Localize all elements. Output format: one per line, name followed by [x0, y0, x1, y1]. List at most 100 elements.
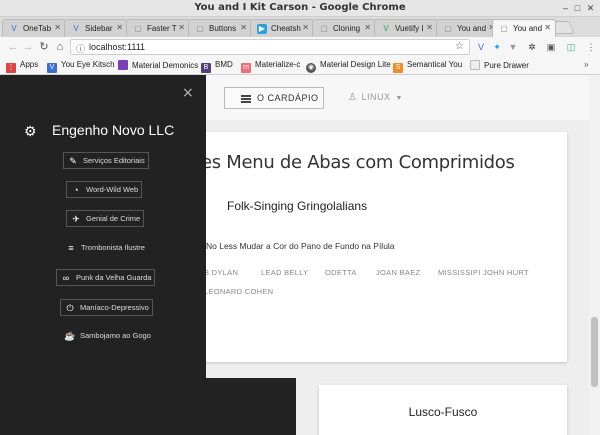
tab-buttons[interactable]: ▢ Buttons ✕ [188, 19, 252, 37]
home-icon[interactable]: ⌂ [53, 40, 67, 54]
bookmark-semantical-you[interactable]: S Semantical You [393, 60, 462, 73]
page-favicon-icon: ▢ [320, 24, 328, 33]
tabs-pills-card: es Menu de Abas com Comprimidos Folk-Sin… [160, 132, 567, 362]
page-favicon-icon: ▢ [196, 24, 204, 33]
pill-tab[interactable]: LEONARD COHEN [204, 287, 273, 296]
pill-tab[interactable]: B DYLAN [204, 268, 238, 277]
more-bookmarks-icon[interactable]: » [584, 60, 588, 69]
page-favicon-icon: ▢ [134, 24, 142, 33]
pencil-icon: ✎ [69, 156, 77, 166]
card-description: No Less Mudar a Cor do Pano de Fundo na … [206, 241, 395, 251]
tab-close-icon[interactable]: ✕ [364, 23, 371, 32]
pill-tab[interactable]: LEAD BELLY [261, 268, 308, 277]
drawer-item-servicos-editoriais[interactable]: ✎ Serviços Editoriais [63, 152, 149, 169]
power-icon: ⏻ [66, 303, 74, 313]
caret-down-icon: ▼ [395, 95, 403, 102]
tab-vuetify[interactable]: V Vuetify I ✕ [374, 19, 438, 37]
infinity-icon: ∞ [62, 273, 70, 283]
minimize-icon[interactable]: – [560, 3, 571, 14]
drawer-item-maniaco-depressivo[interactable]: ⏻ Maníaco-Depressivo [60, 299, 153, 316]
bookmark-bmd[interactable]: B BMD [201, 60, 233, 73]
scrollbar-thumb[interactable] [591, 317, 598, 387]
drawer-item-punk-da-velha-guarda[interactable]: ∞ Punk da Velha Guarda [56, 269, 156, 286]
tab-onetab[interactable]: V OneTab ✕ [2, 19, 66, 37]
tab-cloning[interactable]: ▢ Cloning ✕ [312, 19, 376, 37]
bookmark-materialize[interactable]: m Materialize-c [241, 60, 300, 73]
brand-name: Engenho Novo LLC [52, 122, 175, 138]
vuetify-favicon-icon: V [383, 24, 389, 33]
tab-label: You and [457, 24, 487, 33]
tab-close-icon[interactable]: ✕ [116, 23, 123, 32]
bookmark-label: Materialize-c [255, 60, 301, 69]
airplane-icon: ✈ [72, 214, 80, 224]
bookmark-mdl[interactable]: ◉ Material Design Lite [306, 60, 391, 73]
drawer-item-word-wild-web[interactable]: ◔ Word-Wild Web [66, 181, 143, 198]
bookmark-label: Pure Drawer [484, 61, 529, 70]
menu-button[interactable]: O CARDÁPIO [224, 87, 324, 109]
shield-extension-icon[interactable]: ◫ [565, 41, 577, 53]
menu-kebab-icon[interactable]: ⋮ [585, 41, 597, 53]
tab-close-icon[interactable]: ✕ [426, 23, 433, 32]
lusco-fusco-card: Lusco-Fusco [319, 385, 567, 435]
card-subtitle: Folk-Singing Gringolalians [227, 199, 368, 213]
drawer-item-genial-de-crime[interactable]: ✈ Genial de Crime [66, 210, 145, 227]
bookmark-label: BMD [215, 60, 233, 69]
bookmark-pure-drawer[interactable]: Pure Drawer [470, 60, 529, 70]
pill-tab[interactable]: JOAN BAEZ [376, 268, 420, 277]
gears-icon: ⚙ [24, 123, 37, 139]
vuetify-favicon-icon: V [11, 24, 17, 33]
twitter-extension-icon[interactable]: ✦ [491, 41, 503, 53]
tab-close-icon[interactable]: ✕ [544, 23, 551, 32]
tab-you-and-1[interactable]: ▢ You and ✕ [436, 19, 500, 37]
tab-close-icon[interactable]: ✕ [54, 23, 61, 32]
satellite-dish-icon: ◔ [73, 185, 79, 195]
gear-extension-icon[interactable]: ✲ [526, 41, 538, 53]
bookmark-material-demonics[interactable]: Material Demonics [118, 60, 198, 70]
drawer-item-label: Trombonista Ilustre [81, 243, 145, 252]
menu-button-label: O CARDÁPIO [257, 93, 319, 103]
pill-tab[interactable]: MISSISSIPI JOHN HURT [438, 268, 529, 277]
reload-icon[interactable]: ↻ [37, 40, 51, 54]
pill-tab[interactable]: ODETTA [325, 268, 357, 277]
window-title: You and I Kit Carson - Google Chrome [194, 2, 406, 13]
os-dropdown[interactable]: ♙ LINUX ▼ [348, 92, 403, 103]
play-favicon-icon: ▶ [257, 24, 267, 34]
drawer-item-sambojamo-ao-gogo[interactable]: ☕ Sambojamo ao Gogo [61, 328, 154, 345]
apps-grid-icon: ⋮ [6, 63, 16, 73]
materialize-bookmark-icon: m [241, 63, 251, 73]
vuetify-gray-extension-icon[interactable]: ▼ [507, 41, 519, 53]
bookmark-you-eye-kitsch[interactable]: V You Eye Kitsch [47, 60, 115, 73]
back-icon[interactable]: ← [6, 40, 20, 54]
tab-cheatsheet[interactable]: ▶ Cheatsh ✕ [250, 19, 314, 37]
tab-you-and-active[interactable]: ▢ You and ✕ [492, 19, 556, 37]
close-window-icon[interactable]: ✕ [585, 3, 596, 14]
card-title: es Menu de Abas com Comprimidos [201, 152, 515, 173]
bookmarks-bar: ⋮ Apps V You Eye Kitsch Material Demonics … [0, 57, 600, 75]
tab-sidebar[interactable]: V Sidebar ✕ [64, 19, 128, 37]
side-drawer: × ⚙ Engenho Novo LLC ✎ Serviços Editoriais… [0, 75, 206, 435]
page-info-icon[interactable]: ⓘ [76, 42, 85, 55]
bookmark-label: Apps [20, 60, 39, 69]
extension-puzzle-icon[interactable]: ▣ [545, 41, 557, 53]
drawer-item-trombonista-ilustre[interactable]: ≡ Trombonista Ilustre [62, 240, 148, 257]
linux-penguin-icon: ♙ [348, 92, 358, 103]
bookmark-apps[interactable]: ⋮ Apps [6, 60, 38, 73]
tab-close-icon[interactable]: ✕ [178, 23, 185, 32]
bookmark-star-icon[interactable]: ☆ [455, 41, 464, 52]
drawer-item-label: Maníaco-Depressivo [80, 303, 149, 312]
tab-faster[interactable]: ▢ Faster T ✕ [126, 19, 190, 37]
page-scrollbar[interactable] [589, 75, 600, 435]
maximize-icon[interactable]: □ [572, 3, 583, 14]
tab-strip: V OneTab ✕ V Sidebar ✕ ▢ Faster T ✕ ▢ Bu… [0, 17, 600, 37]
os-dropdown-label: LINUX [361, 92, 391, 102]
vuetify-extension-icon[interactable]: V [475, 41, 487, 53]
close-drawer-icon[interactable]: × [182, 85, 194, 101]
tab-close-icon[interactable]: ✕ [302, 23, 309, 32]
page-favicon-icon: ▢ [500, 24, 508, 33]
hamburger-icon [241, 95, 251, 103]
browser-toolbar: ← → ↻ ⌂ ⓘ localhost:1111 ☆ V ✦ ▼ ✲ ▣ ◫ ⋮ [0, 37, 600, 57]
forward-icon[interactable]: → [21, 40, 35, 54]
bootstrap-bookmark-icon: B [201, 63, 211, 73]
address-bar[interactable]: ⓘ localhost:1111 ☆ [70, 39, 470, 55]
tab-close-icon[interactable]: ✕ [240, 23, 247, 32]
